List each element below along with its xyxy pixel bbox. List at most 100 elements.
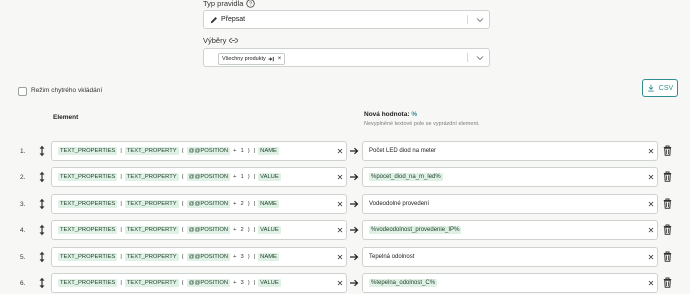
- chevron-down-icon[interactable]: [475, 15, 485, 25]
- token-open-paren: (: [181, 174, 184, 180]
- clear-value-icon[interactable]: ✕: [647, 147, 655, 156]
- token-close-paren: ): [247, 201, 250, 207]
- drag-handle-icon[interactable]: [37, 224, 47, 236]
- clear-value-icon[interactable]: ✕: [647, 253, 655, 262]
- rule-row: 2. TEXT_PROPERTIES | TEXT_PROPERTY ( @@P…: [0, 167, 690, 187]
- token-separator: |: [253, 280, 256, 286]
- element-field[interactable]: TEXT_PROPERTIES | TEXT_PROPERTY ( @@POSI…: [51, 247, 347, 267]
- token-field: NAME: [258, 200, 279, 208]
- trash-icon[interactable]: [663, 251, 672, 262]
- element-field[interactable]: TEXT_PROPERTIES | TEXT_PROPERTY ( @@POSI…: [51, 273, 347, 293]
- pencil-icon: [210, 17, 217, 24]
- rule-row: 3. TEXT_PROPERTIES | TEXT_PROPERTY ( @@P…: [0, 194, 690, 214]
- trash-icon[interactable]: [663, 171, 672, 182]
- token-plus: +: [233, 227, 237, 233]
- token-position-var: @@POSITION: [186, 200, 231, 208]
- rule-row: 6. TEXT_PROPERTIES | TEXT_PROPERTY ( @@P…: [0, 273, 690, 293]
- token-item: TEXT_PROPERTY: [124, 253, 179, 261]
- clear-element-icon[interactable]: ✕: [336, 253, 344, 262]
- clear-value-icon[interactable]: ✕: [647, 226, 655, 235]
- clear-element-icon[interactable]: ✕: [336, 200, 344, 209]
- token-separator: |: [120, 201, 122, 207]
- drag-handle-icon[interactable]: [37, 198, 47, 210]
- clear-value-icon[interactable]: ✕: [647, 279, 655, 288]
- rule-row: 1. TEXT_PROPERTIES | TEXT_PROPERTY ( @@P…: [0, 141, 690, 161]
- link-icon: [229, 38, 239, 43]
- arrow-right-icon: [350, 226, 359, 234]
- token-separator: |: [120, 227, 122, 233]
- new-value-field[interactable]: %tepelna_odolnost_C% ✕: [362, 273, 658, 293]
- new-value-text: Vodeodolné provedení: [369, 201, 430, 207]
- trash-icon[interactable]: [663, 198, 672, 209]
- element-field[interactable]: TEXT_PROPERTIES | TEXT_PROPERTY ( @@POSI…: [51, 220, 347, 240]
- row-number: 1.: [20, 147, 26, 155]
- svg-text:?: ?: [249, 2, 252, 8]
- token-separator: |: [253, 201, 256, 207]
- element-tokens: TEXT_PROPERTIES | TEXT_PROPERTY ( @@POSI…: [52, 253, 279, 261]
- element-tokens: TEXT_PROPERTIES | TEXT_PROPERTY ( @@POSI…: [52, 173, 281, 181]
- element-field[interactable]: TEXT_PROPERTIES | TEXT_PROPERTY ( @@POSI…: [51, 194, 347, 214]
- new-value-column-header: Nová hodnota: %: [364, 111, 417, 118]
- rule-type-select[interactable]: Přepsat: [203, 10, 490, 29]
- token-separator: |: [120, 254, 122, 260]
- chevron-down-icon[interactable]: [475, 53, 485, 63]
- clear-element-icon[interactable]: ✕: [336, 279, 344, 288]
- token-position-var: @@POSITION: [186, 253, 231, 261]
- token-position-value: 1: [240, 174, 244, 180]
- select-divider: [467, 53, 468, 62]
- new-value-field[interactable]: Tepelná odolnost ✕: [362, 247, 658, 267]
- clear-value-icon[interactable]: ✕: [647, 173, 655, 182]
- token-field: VALUE: [258, 173, 281, 181]
- token-plus: +: [233, 148, 237, 154]
- percent-hint-icon[interactable]: %: [411, 111, 417, 118]
- selections-label: Výběry: [203, 36, 239, 45]
- new-value-text: Počet LED diod na meter: [369, 148, 437, 154]
- smart-insert-label: Režim chytrého vkládání: [31, 87, 103, 94]
- row-number: 5.: [20, 253, 26, 261]
- rule-type-label-text: Typ pravidla: [203, 0, 244, 8]
- clear-value-icon[interactable]: ✕: [647, 200, 655, 209]
- help-circle-icon[interactable]: ?: [246, 0, 256, 8]
- smart-insert-checkbox[interactable]: [18, 87, 27, 96]
- drag-handle-icon[interactable]: [37, 251, 47, 263]
- trash-icon[interactable]: [663, 224, 672, 235]
- new-value-field[interactable]: Vodeodolné provedení ✕: [362, 194, 658, 214]
- trash-icon[interactable]: [663, 145, 672, 156]
- value-token: %pocet_diod_na_m_led%: [369, 173, 443, 181]
- drag-handle-icon[interactable]: [37, 171, 47, 183]
- expand-icon[interactable]: [268, 56, 275, 62]
- selection-chip: Všechny produkty ×: [218, 53, 286, 65]
- token-item: TEXT_PROPERTY: [124, 173, 179, 181]
- token-open-paren: (: [181, 201, 184, 207]
- value-token: %tepelna_odolnost_C%: [369, 279, 438, 287]
- element-field[interactable]: TEXT_PROPERTIES | TEXT_PROPERTY ( @@POSI…: [51, 167, 347, 187]
- clear-element-icon[interactable]: ✕: [336, 147, 344, 156]
- download-icon: [647, 84, 654, 92]
- token-open-paren: (: [181, 254, 184, 260]
- chip-remove-icon[interactable]: ×: [278, 56, 282, 62]
- new-value-text: %pocet_diod_na_m_led%: [363, 173, 443, 181]
- arrow-right-icon: [350, 253, 359, 261]
- clear-element-icon[interactable]: ✕: [336, 226, 344, 235]
- token-separator: |: [253, 148, 256, 154]
- element-field[interactable]: TEXT_PROPERTIES | TEXT_PROPERTY ( @@POSI…: [51, 141, 347, 161]
- new-value-field[interactable]: %vodeodolnost_provedenie_IP% ✕: [362, 220, 658, 240]
- arrow-right-icon: [350, 279, 359, 287]
- token-position-var: @@POSITION: [186, 279, 231, 287]
- trash-icon[interactable]: [663, 277, 672, 288]
- new-value-header-text: Nová hodnota:: [364, 111, 410, 118]
- drag-handle-icon[interactable]: [37, 277, 47, 289]
- token-group: TEXT_PROPERTIES: [58, 253, 118, 261]
- token-open-paren: (: [181, 148, 184, 154]
- new-value-field[interactable]: %pocet_diod_na_m_led% ✕: [362, 167, 658, 187]
- selections-select[interactable]: Všechny produkty ×: [203, 48, 490, 67]
- token-close-paren: ): [247, 148, 250, 154]
- csv-download-button[interactable]: CSV: [642, 79, 678, 97]
- new-value-field[interactable]: Počet LED diod na meter ✕: [362, 141, 658, 161]
- selection-chip-label: Všechny produkty: [222, 56, 266, 62]
- clear-element-icon[interactable]: ✕: [336, 173, 344, 182]
- new-value-text: %vodeodolnost_provedenie_IP%: [363, 226, 462, 234]
- token-plus: +: [233, 254, 237, 260]
- drag-handle-icon[interactable]: [37, 145, 47, 157]
- token-position-value: 3: [240, 254, 244, 260]
